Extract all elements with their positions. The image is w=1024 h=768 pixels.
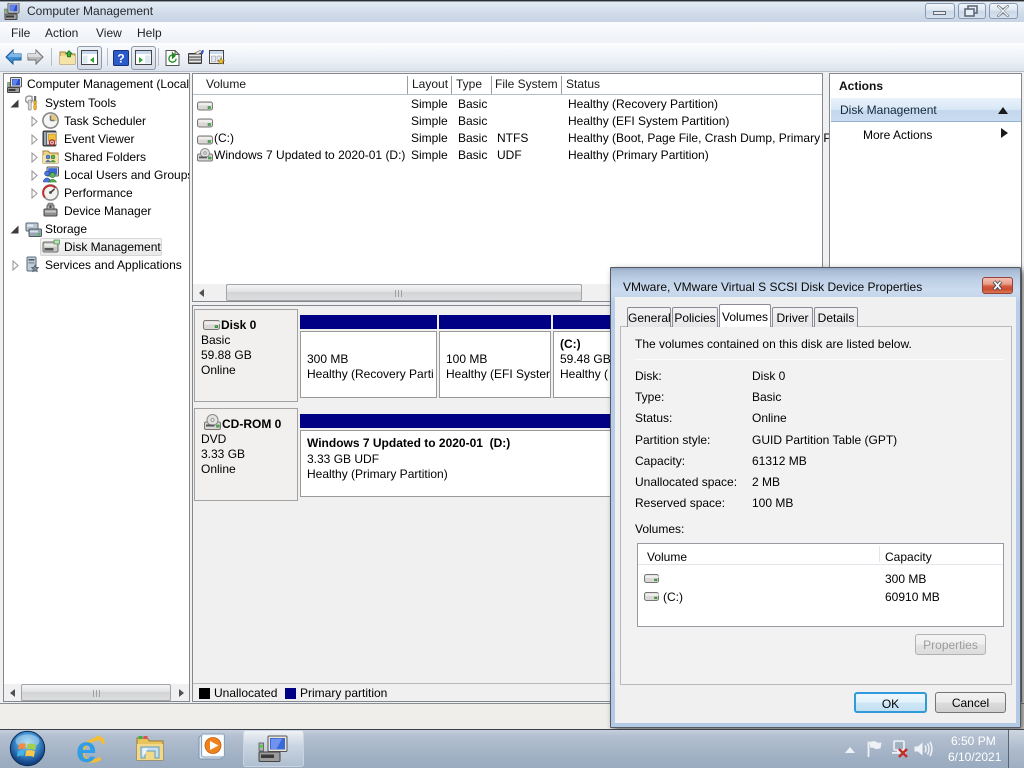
- svg-text:e: e: [76, 731, 97, 767]
- svg-text:?: ?: [117, 52, 124, 66]
